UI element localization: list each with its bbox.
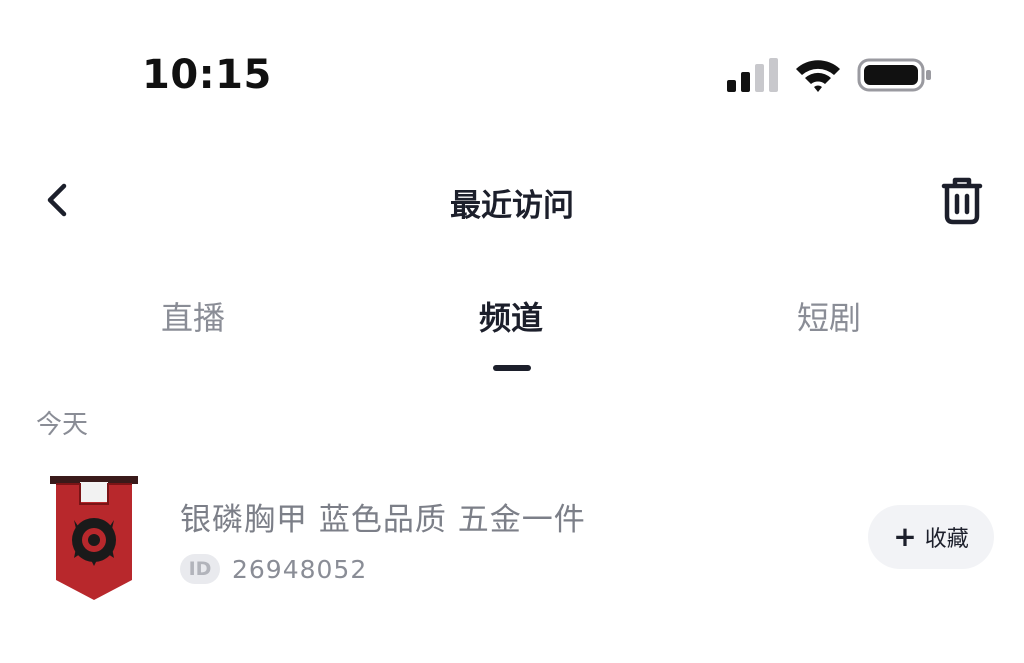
battery-icon (857, 58, 931, 92)
tab-bar: 直播 频道 短剧 (0, 285, 1024, 385)
favorite-button-label: 收藏 (924, 527, 969, 552)
tab-channel[interactable]: 频道 (479, 293, 543, 339)
wifi-icon (796, 60, 840, 92)
status-bar: 10:15 (0, 0, 1024, 150)
id-badge: ID (180, 554, 220, 584)
plus-icon: + (893, 520, 917, 553)
status-time: 10:15 (142, 52, 272, 98)
navigation-bar: 最近访问 (0, 160, 1024, 240)
channel-list-item[interactable]: 银磷胸甲 蓝色品质 五金一件 ID 26948052 + 收藏 (0, 460, 1024, 620)
active-tab-indicator (493, 365, 531, 371)
favorite-button[interactable]: + 收藏 (868, 505, 994, 569)
horde-banner-image (50, 476, 138, 600)
page-title: 最近访问 (450, 188, 574, 224)
cellular-signal-icon (727, 58, 778, 92)
trash-icon[interactable] (936, 174, 988, 226)
tab-short-drama[interactable]: 短剧 (797, 293, 861, 339)
channel-id-row: ID 26948052 (180, 552, 367, 586)
tab-live[interactable]: 直播 (161, 293, 225, 339)
channel-name: 银磷胸甲 蓝色品质 五金一件 (180, 502, 586, 538)
section-header-today: 今天 (36, 410, 89, 440)
channel-id: 26948052 (232, 554, 368, 584)
